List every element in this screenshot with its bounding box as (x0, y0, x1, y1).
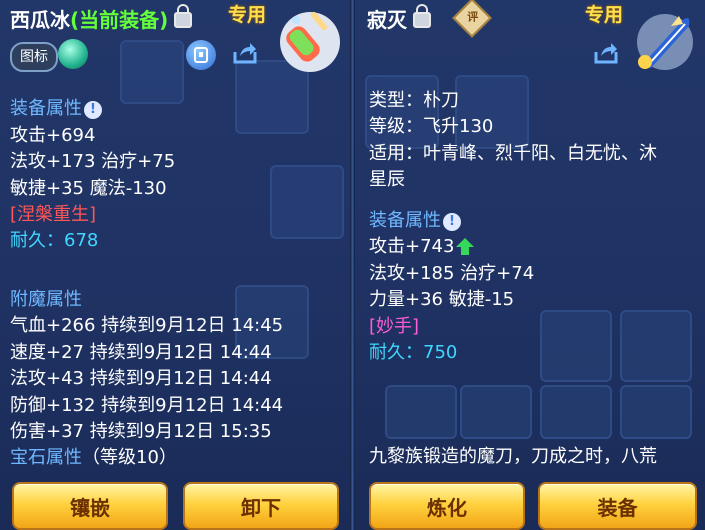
stat-line: 攻击+743 (369, 234, 534, 260)
enchant-header: 附魔属性 (10, 289, 82, 310)
review-badge-label: 评 (467, 10, 479, 24)
special-skill: [妙手] (369, 315, 420, 337)
compare-equipment-panel: 寂灭 评 专用 类型：朴刀 等级：飞升130 适用：叶青峰、烈千阳、白无忧、沐 … (355, 0, 705, 530)
popsicle-weapon-icon (272, 4, 342, 74)
icon-badge[interactable]: 图标 (10, 42, 58, 72)
gem-header: 宝石属性 (10, 447, 82, 469)
durability: 耐久：750 (369, 341, 458, 363)
special-effect: [涅槃重生] (10, 203, 97, 225)
stats-block: 装备属性! 攻击+694 法攻+173 治疗+75 敏捷+35 魔法-130 [… (10, 70, 175, 255)
info-line: 适用：叶青峰、烈千阳、白无忧、沐 (369, 142, 657, 164)
current-equipment-panel: 西瓜冰(当前装备) 专用 图标 装备属性! 攻击+694 法攻+173 治疗+7… (0, 0, 350, 530)
item-name: 西瓜冰 (10, 8, 70, 32)
item-title: 西瓜冰(当前装备) (10, 4, 193, 33)
share-icon[interactable] (591, 42, 621, 68)
background-item-slot (270, 165, 344, 239)
background-item-slot (540, 385, 612, 439)
exclusive-tag: 专用 (228, 4, 267, 26)
current-equip-tag: (当前装备) (70, 8, 169, 32)
review-badge-icon[interactable]: 评 (452, 0, 492, 38)
gem-level: （等级10） (82, 447, 177, 469)
orb-icon (58, 39, 88, 69)
share-icon[interactable] (230, 42, 260, 68)
refine-button[interactable]: 炼化 (369, 482, 525, 530)
equip-button[interactable]: 装备 (538, 482, 697, 530)
item-title: 寂灭 (367, 4, 431, 33)
lock-icon[interactable] (174, 4, 193, 28)
enchant-line: 法攻+43 持续到9月12日 14:44 (10, 368, 272, 390)
background-item-slot (385, 385, 457, 439)
background-item-slot (460, 385, 532, 439)
enchant-block: 附魔属性 气血+266 持续到9月12日 14:45 速度+27 持续到9月12… (10, 287, 283, 472)
durability: 耐久：678 (10, 230, 99, 252)
up-arrow-icon (456, 238, 475, 256)
item-name: 寂灭 (367, 8, 407, 32)
inlay-button[interactable]: 镶嵌 (12, 482, 168, 530)
lock-icon[interactable] (413, 4, 431, 28)
stat-line: 敏捷+35 魔法-130 (10, 177, 167, 199)
stats-header: 装备属性! (369, 208, 534, 234)
info-icon[interactable]: ! (443, 213, 461, 231)
enchant-line: 伤害+37 持续到9月12日 15:35 (10, 420, 272, 442)
background-item-slot (540, 310, 612, 382)
info-icon[interactable]: ! (84, 101, 102, 120)
stat-line: 力量+36 敏捷-15 (369, 289, 515, 311)
enchant-line: 速度+27 持续到9月12日 14:44 (10, 341, 272, 363)
unequip-button[interactable]: 卸下 (183, 482, 339, 530)
doc-icon[interactable] (186, 40, 216, 70)
info-block: 类型：朴刀 等级：飞升130 适用：叶青峰、烈千阳、白无忧、沐 星辰 (369, 88, 657, 194)
stat-line: 攻击+694 (10, 124, 96, 146)
info-line: 星辰 (369, 169, 405, 191)
gem-line: 宝石属性（等级10） (10, 445, 283, 471)
enchant-line: 防御+132 持续到9月12日 14:44 (10, 394, 284, 416)
enchant-line: 气血+266 持续到9月12日 14:45 (10, 315, 284, 337)
stat-line: 法攻+173 治疗+75 (10, 151, 176, 173)
description: 九黎族锻造的魔刀，刀成之时，八荒 (369, 446, 657, 467)
stats-header: 装备属性! (10, 96, 175, 122)
background-item-slot (620, 310, 692, 382)
background-item-slot (620, 385, 692, 439)
info-line: 等级：飞升130 (369, 116, 494, 138)
exclusive-tag: 专用 (585, 4, 624, 26)
stat-line: 法攻+185 治疗+74 (369, 262, 535, 284)
stats-block: 装备属性! 攻击+743 法攻+185 治疗+74 力量+36 敏捷-15 [妙… (369, 208, 534, 366)
blade-weapon-icon (631, 6, 701, 76)
info-line: 类型：朴刀 (369, 90, 459, 111)
